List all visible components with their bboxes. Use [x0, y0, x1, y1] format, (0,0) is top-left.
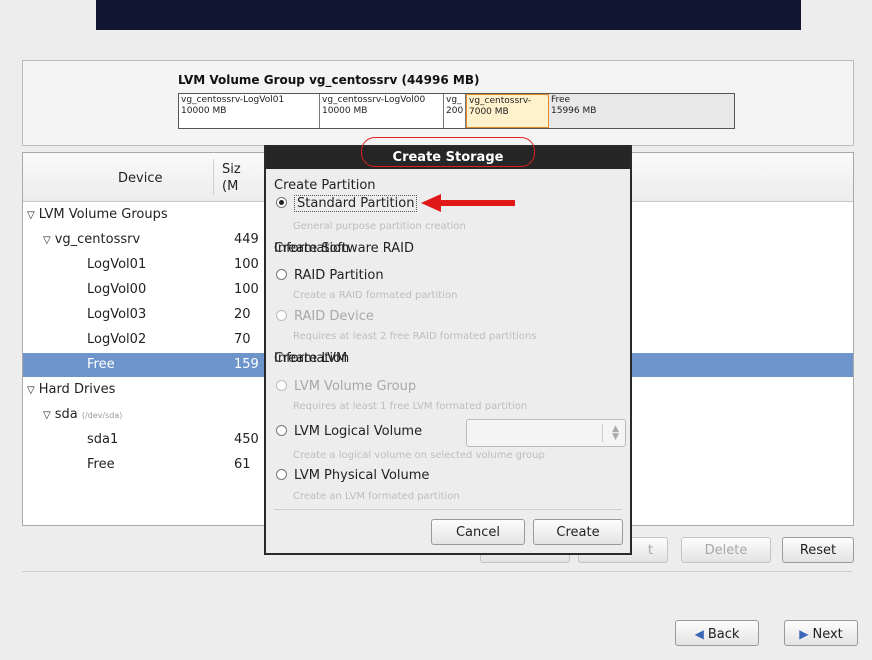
- option-description: Create a RAID formated partition: [293, 290, 458, 301]
- section-create-partition: Create Partition: [274, 178, 376, 193]
- segment-name: vg_centossrv-LogVol00: [322, 95, 426, 105]
- row-size: 159: [234, 357, 259, 372]
- radio-selected-icon[interactable]: [276, 197, 287, 208]
- option-description: Requires at least 2 free RAID formated p…: [293, 331, 537, 342]
- vg-segment-free[interactable]: Free 15996 MB: [549, 94, 734, 128]
- expander-icon[interactable]: ▽: [27, 210, 35, 221]
- dialog-divider: [274, 509, 622, 510]
- raid-device-option[interactable]: RAID Device: [276, 309, 374, 324]
- lvm-logical-volume-option[interactable]: LVM Logical Volume: [276, 424, 422, 439]
- reset-button[interactable]: Reset: [782, 537, 854, 563]
- segment-size: 10000 MB: [322, 106, 368, 116]
- row-label: LVM Volume Groups: [38, 207, 168, 222]
- expander-icon[interactable]: ▽: [27, 385, 35, 396]
- vg-segment-logvol00[interactable]: vg_centossrv-LogVol00 10000 MB: [320, 94, 444, 128]
- highlight-oval: [361, 137, 535, 167]
- device-path: (/dev/sda): [81, 411, 123, 420]
- vg-segment-logvol01[interactable]: vg_centossrv-LogVol01 10000 MB: [179, 94, 320, 128]
- radio-icon[interactable]: [276, 380, 287, 391]
- create-button[interactable]: Create: [533, 519, 623, 545]
- vg-segment-logvol03[interactable]: vg_ 200: [444, 94, 466, 128]
- option-label: RAID Device: [294, 309, 374, 324]
- back-arrow-icon: ◀: [694, 627, 704, 641]
- volume-group-panel: LVM Volume Group vg_centossrv (44996 MB)…: [22, 60, 854, 146]
- lvm-physical-volume-option[interactable]: LVM Physical Volume: [276, 468, 429, 483]
- back-button[interactable]: ◀ Back: [675, 620, 759, 646]
- volume-group-bar: vg_centossrv-LogVol01 10000 MB vg_centos…: [178, 93, 735, 129]
- column-size[interactable]: Siz (M: [222, 161, 241, 195]
- segment-size: 10000 MB: [181, 106, 227, 116]
- option-label: LVM Volume Group: [294, 379, 417, 394]
- next-button[interactable]: ▶ Next: [784, 620, 858, 646]
- row-label: sda1: [87, 432, 119, 447]
- row-label: vg_centossrv: [54, 232, 141, 247]
- row-label: Hard Drives: [38, 382, 116, 397]
- divider: [22, 571, 852, 572]
- row-label: LogVol01: [87, 257, 147, 272]
- row-size: 100: [234, 282, 259, 297]
- segment-size: 7000 MB: [469, 107, 509, 117]
- row-size: 20: [234, 307, 251, 322]
- raid-partition-option[interactable]: RAID Partition: [276, 268, 384, 283]
- segment-name: vg_centossrv-LogVol01: [181, 95, 285, 105]
- vg-segment-logvol02[interactable]: vg_centossrv- 7000 MB: [466, 94, 549, 128]
- raid-information-link[interactable]: Information: [274, 241, 622, 256]
- radio-icon[interactable]: [276, 469, 287, 480]
- lvm-volume-group-option[interactable]: LVM Volume Group: [276, 379, 416, 394]
- next-arrow-icon: ▶: [799, 627, 809, 641]
- standard-partition-option[interactable]: Standard Partition: [276, 195, 418, 212]
- lvm-information-link[interactable]: Information: [274, 351, 622, 366]
- expander-icon[interactable]: ▽: [43, 235, 51, 246]
- row-size: 61: [234, 457, 251, 472]
- row-size: 450: [234, 432, 259, 447]
- segment-name: Free: [551, 95, 571, 105]
- row-size: 70: [234, 332, 251, 347]
- radio-icon[interactable]: [276, 425, 287, 436]
- expander-icon[interactable]: ▽: [43, 410, 51, 421]
- column-device[interactable]: Device: [118, 171, 162, 186]
- option-label: LVM Logical Volume: [294, 424, 423, 439]
- option-description: Requires at least 1 free LVM formated pa…: [293, 401, 528, 412]
- column-size-line1: Siz: [222, 162, 241, 177]
- column-size-line2: (M: [222, 179, 239, 194]
- row-size: 100: [234, 257, 259, 272]
- segment-name: vg_centossrv-: [469, 96, 532, 106]
- back-label: Back: [707, 627, 740, 642]
- next-label: Next: [812, 627, 843, 642]
- option-label: LVM Physical Volume: [294, 468, 430, 483]
- row-label: sda: [54, 407, 78, 422]
- updown-chevron-icon: ▲ ▼: [612, 424, 619, 442]
- column-divider: [213, 159, 214, 195]
- row-label: Free: [87, 357, 115, 372]
- segment-name: vg_: [446, 95, 462, 105]
- row-label: LogVol03: [87, 307, 147, 322]
- volume-group-select[interactable]: ▲ ▼: [466, 419, 626, 447]
- row-label: LogVol00: [87, 282, 147, 297]
- radio-icon[interactable]: [276, 269, 287, 280]
- option-description: General purpose partition creation: [293, 221, 466, 232]
- option-description: Create a logical volume on selected volu…: [293, 450, 545, 461]
- installer-banner: [96, 0, 801, 30]
- radio-icon[interactable]: [276, 310, 287, 321]
- red-arrow-icon: [421, 194, 515, 212]
- option-label: Standard Partition: [294, 195, 418, 212]
- segment-size: 200: [446, 106, 464, 116]
- segment-size: 15996 MB: [551, 106, 597, 116]
- row-size: 449: [234, 232, 259, 247]
- option-label: RAID Partition: [294, 268, 384, 283]
- combo-divider: [602, 424, 603, 442]
- row-label: LogVol02: [87, 332, 147, 347]
- row-label: Free: [87, 457, 115, 472]
- volume-group-title: LVM Volume Group vg_centossrv (44996 MB): [178, 73, 480, 87]
- option-description: Create an LVM formated partition: [293, 491, 460, 502]
- delete-button[interactable]: Delete: [681, 537, 771, 563]
- cancel-button[interactable]: Cancel: [431, 519, 525, 545]
